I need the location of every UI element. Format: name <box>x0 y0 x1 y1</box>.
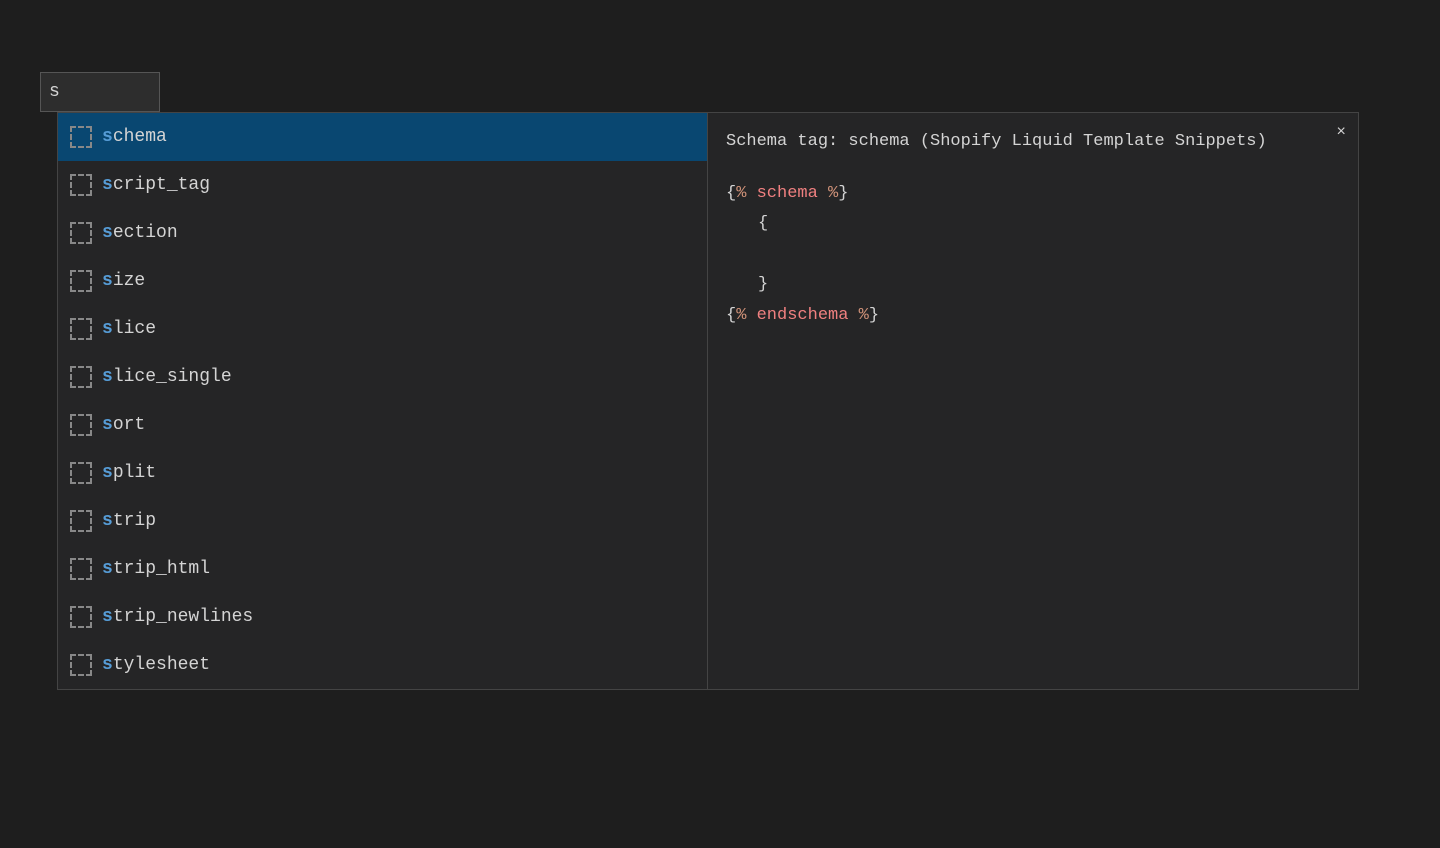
doc-title: Schema tag: schema (Shopify Liquid Templ… <box>726 129 1316 155</box>
suggestion-label-slice_single: slice_single <box>102 367 232 387</box>
suggestion-label-strip_newlines: strip_newlines <box>102 607 253 627</box>
highlight-s: s <box>102 127 113 147</box>
snippet-icon-strip <box>70 510 92 532</box>
code-line-1: {% schema %} <box>726 179 1340 210</box>
suggestion-slice_single[interactable]: slice_single <box>58 353 707 401</box>
search-input[interactable] <box>49 82 151 102</box>
search-bar[interactable] <box>40 72 160 112</box>
highlight-s: s <box>102 367 113 387</box>
code-percent-3: % <box>736 306 746 325</box>
suggestion-label-script_tag: script_tag <box>102 175 210 195</box>
snippet-icon-strip_html <box>70 558 92 580</box>
highlight-s: s <box>102 319 113 339</box>
suggestion-label-section: section <box>102 223 178 243</box>
suggestion-strip[interactable]: strip <box>58 497 707 545</box>
highlight-s: s <box>102 415 113 435</box>
suggestion-slice[interactable]: slice <box>58 305 707 353</box>
highlight-s: s <box>102 223 113 243</box>
code-close-brace-2: } <box>869 306 879 325</box>
code-close-brace-1: } <box>838 184 848 203</box>
highlight-s: s <box>102 559 113 579</box>
highlight-s: s <box>102 655 113 675</box>
snippet-icon-strip_newlines <box>70 606 92 628</box>
suggestion-stylesheet[interactable]: stylesheet <box>58 641 707 689</box>
code-percent-1: % <box>736 184 746 203</box>
code-tag-endschema: endschema <box>757 306 849 325</box>
snippet-icon-schema <box>70 126 92 148</box>
suggestion-schema[interactable]: schema <box>58 113 707 161</box>
snippet-icon-sort <box>70 414 92 436</box>
code-line-5: {% endschema %} <box>726 301 1340 332</box>
suggestion-label-split: split <box>102 463 156 483</box>
highlight-s: s <box>102 175 113 195</box>
suggestion-label-schema: schema <box>102 127 167 147</box>
suggestion-label-sort: sort <box>102 415 145 435</box>
snippet-icon-size <box>70 270 92 292</box>
suggestion-label-size: size <box>102 271 145 291</box>
close-button[interactable]: × <box>1336 123 1346 141</box>
suggestion-script_tag[interactable]: script_tag <box>58 161 707 209</box>
code-space-2 <box>818 184 828 203</box>
highlight-s: s <box>102 511 113 531</box>
suggestion-strip_html[interactable]: strip_html <box>58 545 707 593</box>
code-space-4 <box>848 306 858 325</box>
code-percent-4: % <box>859 306 869 325</box>
suggestion-label-slice: slice <box>102 319 156 339</box>
code-open-curly: { <box>758 214 768 233</box>
suggestion-split[interactable]: split <box>58 449 707 497</box>
code-tag-schema: schema <box>757 184 818 203</box>
code-close-curly: } <box>758 275 768 294</box>
suggestion-label-strip_html: strip_html <box>102 559 210 579</box>
doc-code: {% schema %} { } {% endschema %} <box>726 179 1340 332</box>
snippet-icon-slice <box>70 318 92 340</box>
code-line-2: { <box>726 209 1340 240</box>
snippet-icon-slice_single <box>70 366 92 388</box>
code-line-3 <box>726 240 1340 271</box>
code-open-brace-1: { <box>726 184 736 203</box>
suggestion-label-stylesheet: stylesheet <box>102 655 210 675</box>
highlight-s: s <box>102 607 113 627</box>
snippet-icon-split <box>70 462 92 484</box>
code-open-brace-2: { <box>726 306 736 325</box>
suggestion-label-strip: strip <box>102 511 156 531</box>
highlight-s: s <box>102 463 113 483</box>
code-space-3 <box>746 306 756 325</box>
code-line-4: } <box>726 270 1340 301</box>
suggestion-size[interactable]: size <box>58 257 707 305</box>
snippet-icon-script_tag <box>70 174 92 196</box>
suggestions-list: schema script_tag section size slice <box>58 113 708 689</box>
doc-panel: × Schema tag: schema (Shopify Liquid Tem… <box>708 113 1358 689</box>
suggestion-section[interactable]: section <box>58 209 707 257</box>
code-percent-2: % <box>828 184 838 203</box>
suggestion-sort[interactable]: sort <box>58 401 707 449</box>
suggestion-strip_newlines[interactable]: strip_newlines <box>58 593 707 641</box>
highlight-s: s <box>102 271 113 291</box>
snippet-icon-stylesheet <box>70 654 92 676</box>
snippet-icon-section <box>70 222 92 244</box>
code-space-1 <box>746 184 756 203</box>
autocomplete-container: schema script_tag section size slice <box>57 112 1359 690</box>
